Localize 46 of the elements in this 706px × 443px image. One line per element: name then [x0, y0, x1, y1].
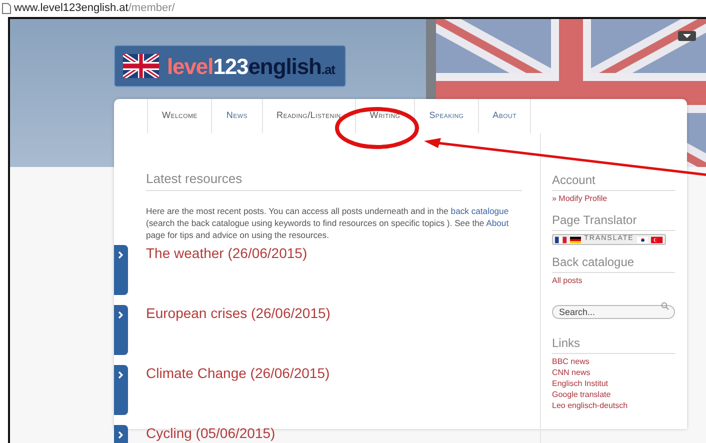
post-tab[interactable] — [114, 304, 128, 354]
nav-tab[interactable]: Speaking — [414, 99, 478, 133]
sidebar-link[interactable]: CNN news — [552, 367, 590, 378]
intro-paragraph: Here are the most recent posts. You can access all posts underneath and in the back catalogue (search the back catalogue using keywords to find resources on specific topics ). See the About page for tips and advice on using the resources. — [146, 204, 510, 240]
sidebar-link[interactable]: BBC news — [552, 356, 590, 367]
page-icon — [2, 3, 11, 14]
logo-text: level123english.at — [167, 52, 335, 81]
nav-tab[interactable]: Reading/Listenin — [262, 99, 355, 133]
post-title[interactable]: Climate Change (26/06/2015) — [146, 364, 330, 380]
chevron-icon — [118, 310, 123, 318]
nav-tab[interactable]: About — [478, 99, 530, 133]
post-title[interactable]: Cycling (05/06/2015) — [146, 424, 276, 440]
url-path: /member/ — [128, 1, 175, 16]
chevron-icon — [118, 370, 123, 378]
back-catalogue-link[interactable]: back catalogue — [450, 206, 509, 216]
site-logo[interactable]: level123english.at — [114, 45, 346, 87]
flag-icon — [570, 234, 582, 244]
sidebar-heading: Back catalogue — [552, 253, 675, 273]
about-link[interactable]: About — [486, 218, 509, 228]
nav-tab[interactable]: Welcome — [147, 99, 212, 133]
url-host: www.level123english.at — [14, 1, 128, 16]
post-title[interactable]: European crises (26/06/2015) — [146, 304, 330, 320]
caret-icon — [683, 34, 691, 38]
sidebar-heading: Page Translator — [552, 211, 675, 231]
chevron-icon — [118, 430, 123, 438]
sidebar-link[interactable]: Leo englisch-deutsch — [552, 400, 628, 411]
sidebar-link[interactable]: Google translate — [552, 389, 611, 400]
chevron-icon — [118, 250, 123, 258]
sidebar-link[interactable]: All posts — [552, 275, 582, 286]
uk-flag-icon — [123, 54, 159, 78]
flag-icon — [636, 234, 648, 244]
sidebar-link[interactable]: Englisch Institut — [552, 378, 608, 389]
sidebar-heading: Account — [552, 171, 675, 191]
post-tab[interactable] — [114, 364, 128, 414]
post-title[interactable]: The weather (26/06/2015) — [146, 244, 308, 260]
nav-tab[interactable]: News — [211, 99, 262, 133]
dropdown-button[interactable] — [678, 31, 696, 41]
search-field[interactable]: Search... — [552, 305, 675, 319]
post-tab[interactable] — [114, 244, 128, 294]
flag-icon — [555, 234, 567, 244]
search-icon — [661, 302, 669, 310]
flag-icon — [651, 234, 663, 244]
nav-tab[interactable]: Writing — [354, 99, 414, 133]
section-heading: Latest resources — [146, 169, 522, 190]
sidebar-heading: Links — [552, 334, 675, 354]
sidebar-link[interactable]: » Modify Profile — [552, 193, 608, 204]
